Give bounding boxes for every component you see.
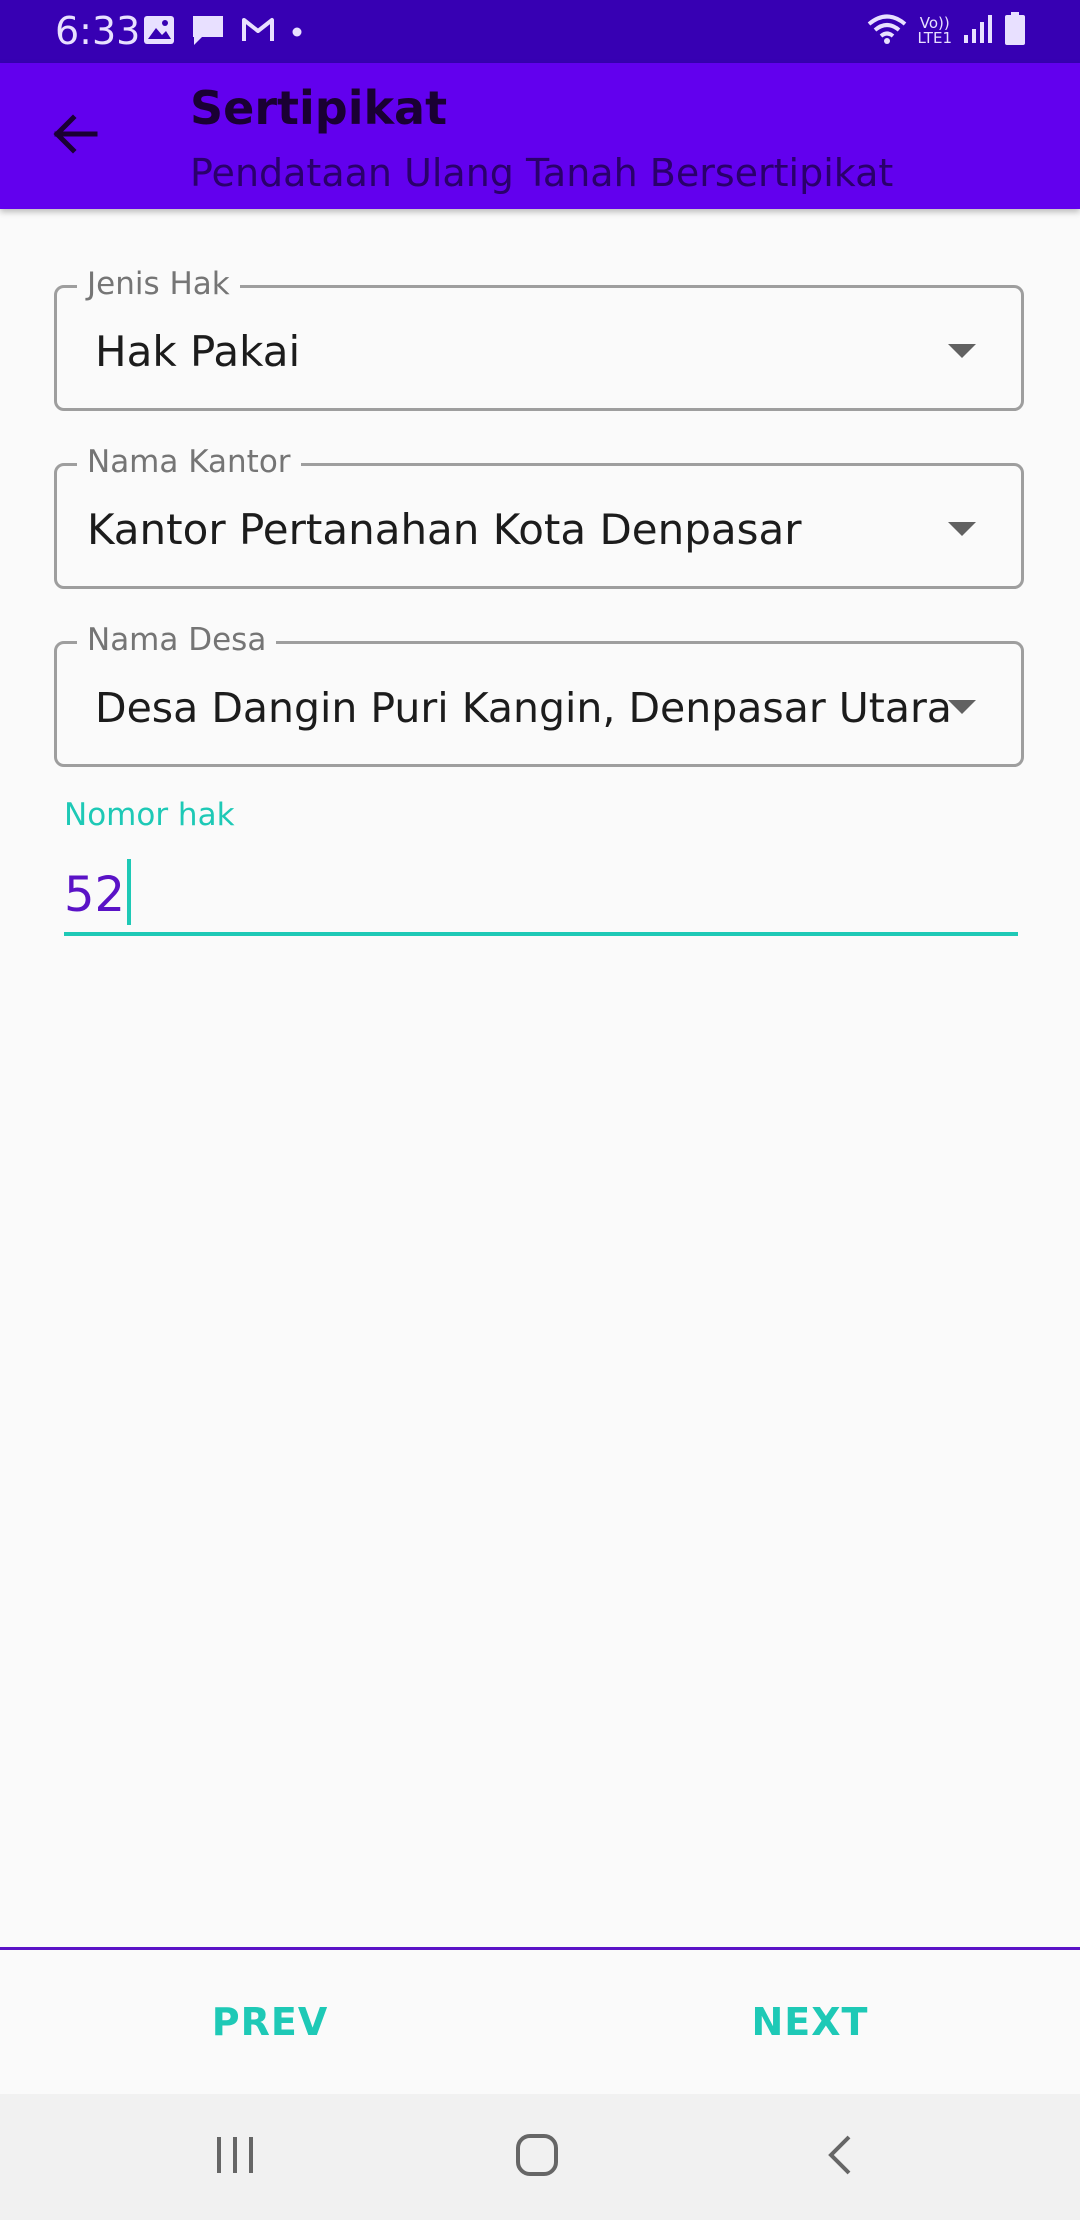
battery-icon [1004,12,1026,50]
notification-icons [143,14,303,50]
nama-kantor-value: Kantor Pertanahan Kota Denpasar [87,505,802,554]
dropdown-arrow-icon [948,700,976,714]
jenis-hak-label: Jenis Hak [77,266,240,302]
nama-kantor-label: Nama Kantor [77,444,301,480]
app-bar: Sertipikat Pendataan Ulang Tanah Bersert… [0,63,1080,209]
status-bar: 6:33 Vo)) LTE1 [0,0,1080,63]
lte-label: LTE1 [917,29,952,47]
page-subtitle: Pendataan Ulang Tanah Bersertipikat [190,151,894,195]
nama-desa-value: Desa Dangin Puri Kangin, Denpasar Utara [95,684,952,732]
text-cursor [127,859,132,925]
system-back-button[interactable] [800,2124,880,2190]
jenis-hak-value: Hak Pakai [95,327,301,376]
status-time: 6:33 [55,9,141,53]
message-icon [191,14,225,50]
nama-desa-label: Nama Desa [77,622,277,658]
gmail-icon [241,17,275,47]
nomor-hak-label: Nomor hak [64,797,235,833]
image-icon [143,15,175,49]
dot-icon [291,23,303,42]
home-button[interactable] [497,2124,577,2190]
back-icon [825,2133,855,2181]
nomor-hak-text: 52 [64,859,132,925]
next-button[interactable]: NEXT [540,1950,1080,2094]
dropdown-arrow-icon [948,522,976,536]
volte-indicator: Vo)) LTE1 [918,16,952,46]
wifi-icon [866,12,908,50]
prev-button[interactable]: PREV [0,1950,540,2094]
bottom-nav-bar: PREV NEXT [0,1950,1080,2094]
nama-kantor-dropdown[interactable]: Nama Kantor Kantor Pertanahan Kota Denpa… [54,444,1024,589]
dropdown-arrow-icon [948,344,976,358]
back-button[interactable] [44,105,106,167]
page-title: Sertipikat [190,81,448,135]
nama-desa-dropdown[interactable]: Nama Desa Desa Dangin Puri Kangin, Denpa… [54,622,1024,767]
nomor-hak-input[interactable]: 52 [64,850,1018,936]
home-icon [515,2133,559,2181]
recents-icon [213,2135,257,2179]
signal-icon [962,13,994,49]
nomor-hak-value: 52 [64,867,126,923]
arrow-left-icon [51,114,99,158]
system-navigation-bar [0,2094,1080,2220]
recents-button[interactable] [195,2124,275,2190]
system-status-icons: Vo)) LTE1 [866,12,1026,50]
jenis-hak-dropdown[interactable]: Jenis Hak Hak Pakai [54,266,1024,411]
